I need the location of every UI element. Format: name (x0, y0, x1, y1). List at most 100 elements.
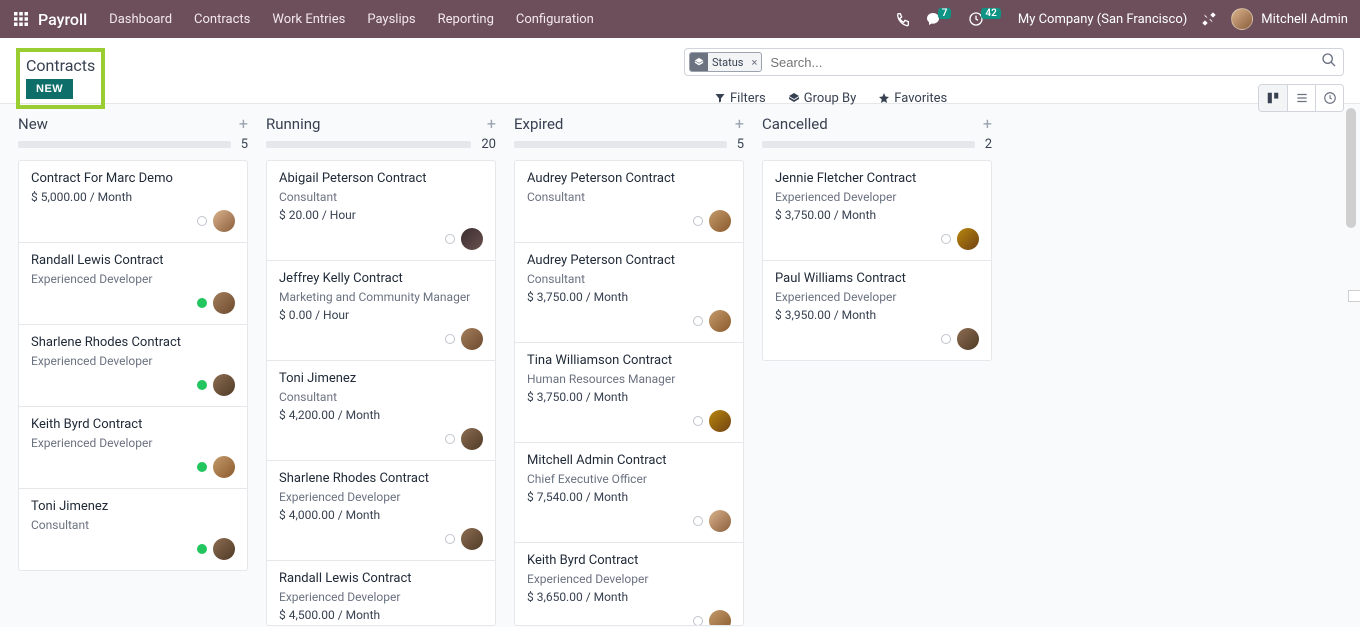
tools-icon[interactable] (1201, 11, 1217, 27)
kanban-card[interactable]: Randall Lewis ContractExperienced Develo… (19, 243, 247, 325)
status-dot-icon[interactable] (445, 334, 455, 344)
status-dot-icon[interactable] (197, 216, 207, 226)
nav-item-work-entries[interactable]: Work Entries (272, 12, 345, 27)
nav-item-dashboard[interactable]: Dashboard (109, 12, 172, 27)
column-title[interactable]: Expired (514, 115, 563, 133)
column-count: 20 (481, 137, 496, 152)
card-avatar-icon[interactable] (709, 210, 731, 232)
card-avatar-icon[interactable] (461, 528, 483, 550)
kanban-card[interactable]: Toni JimenezConsultant$ 4,200.00 / Month (267, 361, 495, 461)
kanban-card[interactable]: Contract For Marc Demo$ 5,000.00 / Month (19, 161, 247, 243)
nav-item-configuration[interactable]: Configuration (516, 12, 594, 27)
card-avatar-icon[interactable] (213, 456, 235, 478)
card-avatar-icon[interactable] (709, 510, 731, 532)
card-title: Keith Byrd Contract (527, 553, 731, 568)
column-progress-bar[interactable] (762, 141, 975, 148)
card-avatar-icon[interactable] (709, 310, 731, 332)
status-dot-icon[interactable] (445, 234, 455, 244)
side-tab[interactable] (1348, 290, 1360, 302)
card-avatar-icon[interactable] (461, 228, 483, 250)
kanban-card[interactable]: Audrey Peterson ContractConsultant$ 3,75… (515, 243, 743, 343)
kanban-card[interactable]: Paul Williams ContractExperienced Develo… (763, 261, 991, 360)
filters-button[interactable]: Filters (714, 91, 766, 106)
card-rate: $ 4,200.00 / Month (279, 408, 483, 422)
card-subtitle: Experienced Developer (775, 290, 979, 304)
company-switcher[interactable]: My Company (San Francisco) (1018, 12, 1187, 27)
card-avatar-icon[interactable] (213, 538, 235, 560)
filter-icon (714, 92, 726, 104)
kanban-card[interactable]: Jeffrey Kelly ContractMarketing and Comm… (267, 261, 495, 361)
column-progress-bar[interactable] (266, 141, 471, 148)
column-add-icon[interactable]: + (239, 114, 248, 133)
card-subtitle: Consultant (279, 190, 483, 204)
column-title[interactable]: Cancelled (762, 115, 828, 133)
kanban-card[interactable]: Audrey Peterson ContractConsultant (515, 161, 743, 243)
kanban-card[interactable]: Jennie Fletcher ContractExperienced Deve… (763, 161, 991, 261)
status-dot-icon[interactable] (693, 416, 703, 426)
clock-icon[interactable]: 42 (968, 11, 1003, 27)
column-add-icon[interactable]: + (735, 114, 744, 133)
search-bar[interactable]: Status × (684, 48, 1344, 76)
apps-icon[interactable] (12, 10, 30, 28)
status-dot-icon[interactable] (197, 298, 207, 308)
column-add-icon[interactable]: + (487, 114, 496, 133)
facet-remove-icon[interactable]: × (747, 56, 761, 69)
new-button[interactable]: NEW (26, 79, 73, 99)
breadcrumb-title[interactable]: Contracts (26, 56, 95, 75)
card-avatar-icon[interactable] (709, 410, 731, 432)
card-avatar-icon[interactable] (709, 610, 731, 626)
kanban-card[interactable]: Keith Byrd ContractExperienced Developer (19, 407, 247, 489)
kanban-card[interactable]: Randall Lewis ContractExperienced Develo… (267, 561, 495, 626)
column-count: 5 (241, 137, 248, 152)
chat-icon[interactable]: 7 (925, 11, 955, 27)
kanban-card[interactable]: Abigail Peterson ContractConsultant$ 20.… (267, 161, 495, 261)
column-progress-bar[interactable] (18, 141, 231, 148)
nav-item-contracts[interactable]: Contracts (194, 12, 250, 27)
status-dot-icon[interactable] (197, 544, 207, 554)
search-facet-status[interactable]: Status × (689, 52, 762, 72)
kanban-card[interactable]: Keith Byrd ContractExperienced Developer… (515, 543, 743, 626)
scrollbar[interactable] (1344, 108, 1358, 618)
status-dot-icon[interactable] (693, 516, 703, 526)
activity-view-button[interactable] (1315, 85, 1343, 111)
status-dot-icon[interactable] (941, 334, 951, 344)
kanban-card[interactable]: Tina Williamson ContractHuman Resources … (515, 343, 743, 443)
status-dot-icon[interactable] (693, 616, 703, 626)
nav-item-reporting[interactable]: Reporting (438, 12, 494, 27)
column-cards: Jennie Fletcher ContractExperienced Deve… (762, 160, 992, 361)
card-avatar-icon[interactable] (957, 228, 979, 250)
search-icon[interactable] (1321, 52, 1337, 72)
card-avatar-icon[interactable] (213, 292, 235, 314)
kanban-card[interactable]: Mitchell Admin ContractChief Executive O… (515, 443, 743, 543)
status-dot-icon[interactable] (693, 216, 703, 226)
card-avatar-icon[interactable] (213, 374, 235, 396)
kanban-view-button[interactable] (1259, 85, 1287, 111)
card-subtitle: Human Resources Manager (527, 372, 731, 386)
column-progress-bar[interactable] (514, 141, 727, 148)
card-avatar-icon[interactable] (461, 428, 483, 450)
list-view-button[interactable] (1287, 85, 1315, 111)
kanban-card[interactable]: Toni JimenezConsultant (19, 489, 247, 570)
status-dot-icon[interactable] (941, 234, 951, 244)
column-add-icon[interactable]: + (983, 114, 992, 133)
status-dot-icon[interactable] (445, 434, 455, 444)
scrollbar-thumb[interactable] (1346, 108, 1356, 228)
phone-icon[interactable] (895, 11, 911, 27)
status-dot-icon[interactable] (693, 316, 703, 326)
card-avatar-icon[interactable] (957, 328, 979, 350)
kanban-card[interactable]: Sharlene Rhodes ContractExperienced Deve… (19, 325, 247, 407)
app-brand[interactable]: Payroll (38, 10, 87, 29)
search-input[interactable] (766, 55, 1321, 70)
user-menu[interactable]: Mitchell Admin (1231, 8, 1348, 30)
groupby-button[interactable]: Group By (788, 91, 857, 106)
card-avatar-icon[interactable] (213, 210, 235, 232)
status-dot-icon[interactable] (445, 534, 455, 544)
nav-item-payslips[interactable]: Payslips (367, 12, 415, 27)
favorites-button[interactable]: Favorites (878, 91, 947, 106)
kanban-card[interactable]: Sharlene Rhodes ContractExperienced Deve… (267, 461, 495, 561)
column-title[interactable]: New (18, 115, 48, 133)
column-title[interactable]: Running (266, 115, 320, 133)
card-avatar-icon[interactable] (461, 328, 483, 350)
status-dot-icon[interactable] (197, 380, 207, 390)
status-dot-icon[interactable] (197, 462, 207, 472)
